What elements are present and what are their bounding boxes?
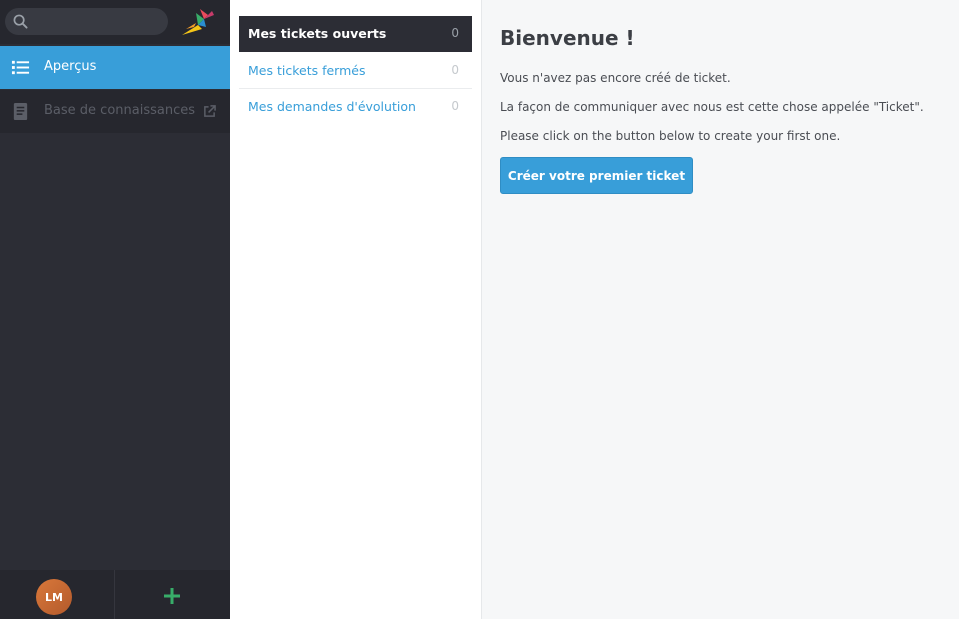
ticket-list-item-feature-requests[interactable]: Mes demandes d'évolution 0 — [239, 89, 472, 125]
nav-item-knowledge-base-label: Base de connaissances — [44, 103, 195, 118]
search-icon — [13, 14, 28, 29]
nav-item-knowledge-base[interactable]: Base de connaissances — [0, 90, 230, 133]
welcome-paragraph: La façon de communiquer avec nous est ce… — [500, 100, 924, 114]
ticket-list-item-count: 0 — [451, 99, 459, 113]
add-button[interactable] — [158, 582, 186, 610]
plus-icon — [164, 588, 180, 604]
avatar-initials: LM — [45, 590, 63, 604]
nav-item-overview[interactable]: Aperçus — [0, 46, 230, 89]
create-first-ticket-button[interactable]: Créer votre premier ticket — [500, 157, 693, 194]
ticket-list-item-closed[interactable]: Mes tickets fermés 0 — [239, 53, 472, 89]
ticket-list-item-count: 0 — [451, 63, 459, 77]
logo-bird-icon[interactable] — [178, 5, 218, 39]
sidebar-footer: LM — [0, 570, 230, 619]
ticket-list-item-label: Mes tickets fermés — [248, 63, 366, 78]
footer-divider — [114, 570, 115, 619]
book-icon — [13, 102, 28, 121]
external-link-icon — [204, 105, 216, 117]
ticket-list-item-label: Mes tickets ouverts — [248, 26, 387, 41]
list-icon — [11, 60, 30, 75]
page-title: Bienvenue ! — [500, 26, 635, 50]
search-bar — [0, 0, 230, 44]
search-box[interactable] — [5, 8, 168, 35]
search-input[interactable] — [33, 12, 163, 31]
ticket-list-item-open[interactable]: Mes tickets ouverts 0 — [239, 16, 472, 52]
avatar[interactable]: LM — [36, 579, 72, 615]
nav-item-overview-label: Aperçus — [44, 59, 97, 74]
ticket-list-item-label: Mes demandes d'évolution — [248, 99, 416, 114]
ticket-list-item-count: 0 — [451, 26, 459, 40]
sidebar: Aperçus Base de connaissances LM — [0, 0, 230, 619]
welcome-paragraph: Please click on the button below to crea… — [500, 129, 841, 143]
welcome-paragraph: Vous n'avez pas encore créé de ticket. — [500, 71, 731, 85]
ticket-list: Mes tickets ouverts 0 Mes tickets fermés… — [230, 0, 482, 619]
main-content: Bienvenue ! Vous n'avez pas encore créé … — [482, 0, 959, 619]
